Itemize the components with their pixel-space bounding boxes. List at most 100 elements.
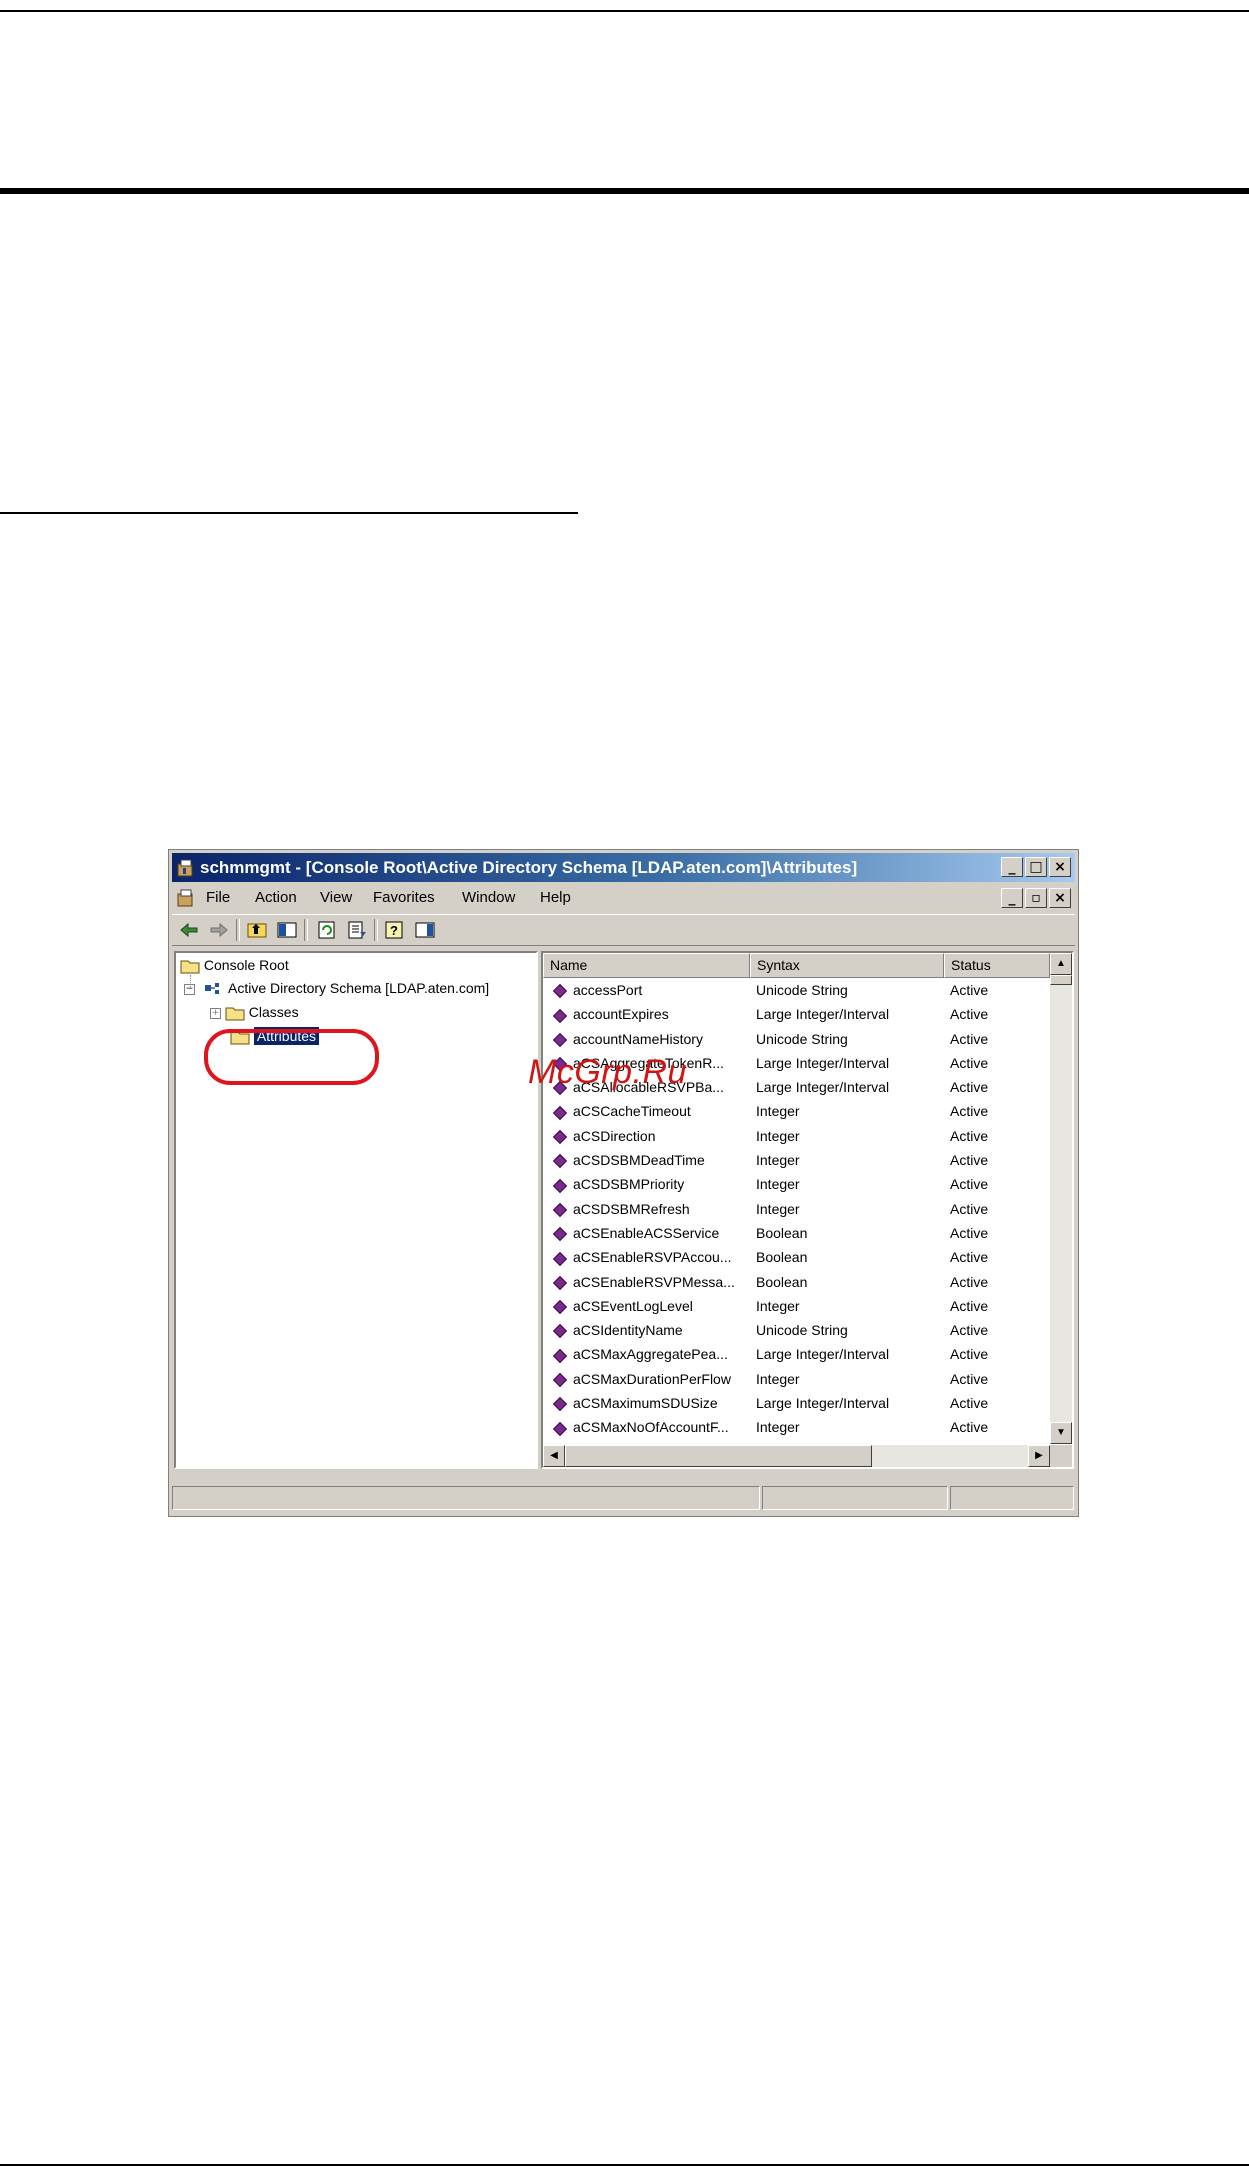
list-item[interactable]: aCSMaxNoOfAccountF... Integer Active [543, 1415, 1049, 1439]
minimize-button[interactable]: _ [1001, 857, 1023, 877]
attribute-syntax: Large Integer/Interval [756, 1395, 890, 1412]
attribute-name-cell: aCSDSBMRefresh [549, 1197, 749, 1221]
vertical-scrollbar[interactable]: ▲ ▼ [1050, 953, 1072, 1444]
list-item[interactable]: aCSEnableRSVPMessa... Boolean Active [543, 1270, 1049, 1294]
forward-arrow-icon[interactable] [208, 920, 230, 940]
maximize-button[interactable]: □ [1025, 857, 1047, 877]
attribute-name-cell: aCSDirection [549, 1124, 749, 1148]
attribute-status: Active [950, 1079, 989, 1096]
attribute-icon [552, 1130, 568, 1145]
list-item[interactable]: aCSIdentityName Unicode String Active [543, 1318, 1049, 1342]
list-item[interactable]: aCSEnableACSService Boolean Active [543, 1221, 1049, 1245]
toolbar-separator [304, 919, 308, 941]
expand-toggle-icon[interactable]: + [210, 1007, 221, 1019]
tree-label: Active Directory Schema [LDAP.aten.com] [228, 980, 490, 996]
attribute-syntax: Boolean [756, 1273, 808, 1290]
attribute-name: aCSEnableRSVPAccou... [573, 1249, 732, 1266]
status-pane [172, 1486, 760, 1510]
mmc-app-icon [177, 859, 193, 877]
list-item[interactable]: aCSMaximumSDUSize Large Integer/Interval A… [543, 1391, 1049, 1415]
attribute-name-cell: aCSMaximumSDUSize [549, 1391, 749, 1415]
status-pane [762, 1486, 948, 1510]
attribute-status: Active [950, 1152, 989, 1169]
help-icon[interactable]: ? [384, 920, 406, 940]
back-arrow-icon[interactable] [178, 920, 200, 940]
menu-action[interactable]: Action [255, 889, 297, 906]
highlight-circle [204, 1029, 379, 1085]
attribute-name: aCSMaxNoOfAccountF... [573, 1419, 729, 1436]
attribute-syntax: Integer [756, 1297, 800, 1314]
mdi-restore-button[interactable]: ▫ [1025, 888, 1047, 908]
attribute-name-cell: aCSEnableRSVPAccou... [549, 1245, 749, 1269]
console-window-icon[interactable] [176, 888, 196, 908]
list-item[interactable]: aCSCacheTimeout Integer Active [543, 1099, 1049, 1123]
menu-window[interactable]: Window [462, 889, 515, 906]
attribute-name-cell: aCSIdentityName [549, 1318, 749, 1342]
list-item[interactable]: aCSEnableRSVPAccou... Boolean Active [543, 1245, 1049, 1269]
column-header-syntax[interactable]: Syntax [750, 953, 944, 978]
attribute-name: aCSMaxAggregatePea... [573, 1346, 728, 1363]
list-item[interactable]: aCSMaxAggregatePea... Large Integer/Inter… [543, 1342, 1049, 1366]
attribute-icon [552, 1324, 568, 1339]
attribute-syntax: Integer [756, 1200, 800, 1217]
scroll-up-icon[interactable]: ▲ [1050, 953, 1072, 975]
attribute-name: aCSEventLogLevel [573, 1297, 693, 1314]
mdi-close-button[interactable]: × [1049, 888, 1071, 908]
list-item[interactable]: aCSEventLogLevel Integer Active [543, 1294, 1049, 1318]
close-button[interactable]: × [1049, 857, 1071, 877]
show-hide-tree-icon[interactable] [276, 920, 298, 940]
attribute-status: Active [950, 1054, 989, 1071]
menu-view[interactable]: View [320, 889, 352, 906]
column-header-name[interactable]: Name [543, 953, 750, 978]
tree-item-schema[interactable]: − Active Directory Schema [LDAP.aten.com… [184, 980, 489, 997]
list-item[interactable]: accountExpires Large Integer/Interval Acti… [543, 1002, 1049, 1026]
window-title: schmmgmt - [Console Root\Active Director… [200, 858, 858, 877]
attribute-status: Active [950, 1346, 989, 1363]
title-bar[interactable]: schmmgmt - [Console Root\Active Director… [172, 853, 1075, 882]
list-item[interactable]: aCSDirection Integer Active [543, 1124, 1049, 1148]
scroll-left-icon[interactable]: ◀ [543, 1445, 565, 1467]
menu-file[interactable]: File [206, 889, 230, 906]
scroll-right-icon[interactable]: ▶ [1028, 1445, 1050, 1467]
attribute-icon [552, 984, 568, 999]
attribute-name-cell: accessPort [549, 978, 749, 1002]
attribute-syntax: Integer [756, 1152, 800, 1169]
tree-item-classes[interactable]: + Classes [210, 1004, 299, 1021]
attribute-icon [552, 1154, 568, 1169]
mdi-caption-buttons: _ ▫ × [1001, 888, 1071, 908]
collapse-toggle-icon[interactable]: − [184, 983, 195, 995]
list-item[interactable]: accountNameHistory Unicode String Active [543, 1027, 1049, 1051]
list-item[interactable]: aCSDSBMRefresh Integer Active [543, 1197, 1049, 1221]
toolbar: ? [172, 914, 1075, 946]
up-folder-icon[interactable] [246, 920, 268, 940]
export-list-icon[interactable] [346, 920, 368, 940]
mmc-window: schmmgmt - [Console Root\Active Director… [168, 849, 1079, 1517]
scroll-thumb[interactable] [1050, 975, 1072, 985]
refresh-icon[interactable] [316, 920, 338, 940]
attribute-status: Active [950, 1224, 989, 1241]
attribute-syntax: Integer [756, 1370, 800, 1387]
attribute-icon [552, 1008, 568, 1023]
scroll-corner [1050, 1445, 1072, 1467]
attribute-name: aCSDSBMDeadTime [573, 1152, 705, 1169]
attribute-syntax: Unicode String [756, 1030, 848, 1047]
tree-item-console-root[interactable]: Console Root [180, 957, 289, 974]
attribute-name-cell: aCSMaxDurationPerFlow [549, 1367, 749, 1391]
attribute-status: Active [950, 1419, 989, 1436]
column-header-status[interactable]: Status [944, 953, 1050, 978]
menu-help[interactable]: Help [540, 889, 571, 906]
attribute-name-cell: aCSCacheTimeout [549, 1099, 749, 1123]
horizontal-scrollbar[interactable]: ◀ ▶ [543, 1445, 1050, 1467]
mdi-minimize-button[interactable]: _ [1001, 888, 1023, 908]
menu-favorites[interactable]: Favorites [373, 889, 435, 906]
list-item[interactable]: accessPort Unicode String Active [543, 978, 1049, 1002]
attribute-status: Active [950, 1370, 989, 1387]
list-item[interactable]: aCSDSBMDeadTime Integer Active [543, 1148, 1049, 1172]
show-hide-action-pane-icon[interactable] [414, 920, 436, 940]
attribute-icon [552, 1348, 568, 1363]
scroll-down-icon[interactable]: ▼ [1050, 1422, 1072, 1444]
attribute-name-cell: aCSEnableACSService [549, 1221, 749, 1245]
scroll-thumb-horizontal[interactable] [565, 1445, 872, 1467]
list-item[interactable]: aCSDSBMPriority Integer Active [543, 1172, 1049, 1196]
list-item[interactable]: aCSMaxDurationPerFlow Integer Active [543, 1367, 1049, 1391]
